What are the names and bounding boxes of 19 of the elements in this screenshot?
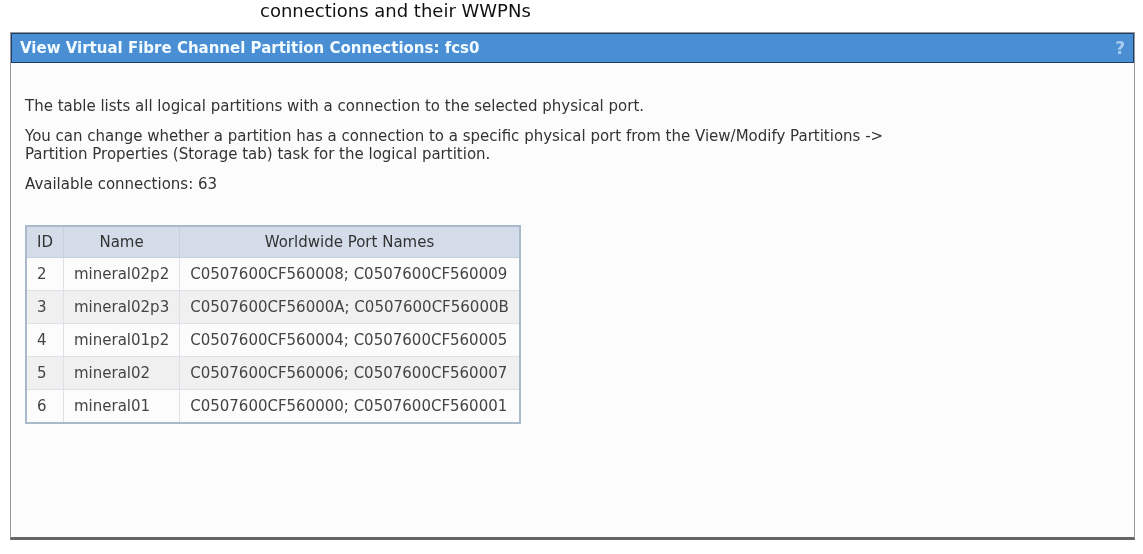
table-cell: 3 (26, 290, 64, 324)
table-cell: mineral01p2 (63, 323, 180, 357)
column-header: Worldwide Port Names (179, 226, 520, 258)
table-cell: C0507600CF560006; C0507600CF560007 (179, 356, 520, 390)
description-text: Available connections: 63 (25, 175, 219, 193)
page-heading: connections and their WWPNs (259, 0, 532, 22)
table-cell: mineral02p2 (63, 257, 180, 291)
table-cell: 5 (26, 356, 64, 390)
table-cell: 2 (26, 257, 64, 291)
description-text: You can change whether a partition has a connection to a specific physical port from the View/Modify Partitions -> Partition Properties (Storage tab) task for the logical partition. (25, 127, 885, 163)
column-header: Name (63, 226, 180, 258)
dialog-title: View Virtual Fibre Channel Partition Connections: fcs0 (20, 39, 480, 57)
column-header: ID (26, 226, 64, 258)
help-icon[interactable]: ? (1115, 38, 1125, 58)
description-text: The table lists all logical partitions with a connection to the selected physical port. (25, 97, 646, 115)
table-cell: 4 (26, 323, 64, 357)
table-cell: C0507600CF56000A; C0507600CF56000B (179, 290, 520, 324)
table-cell: mineral02p3 (63, 290, 180, 324)
table-cell: mineral02 (63, 356, 180, 390)
